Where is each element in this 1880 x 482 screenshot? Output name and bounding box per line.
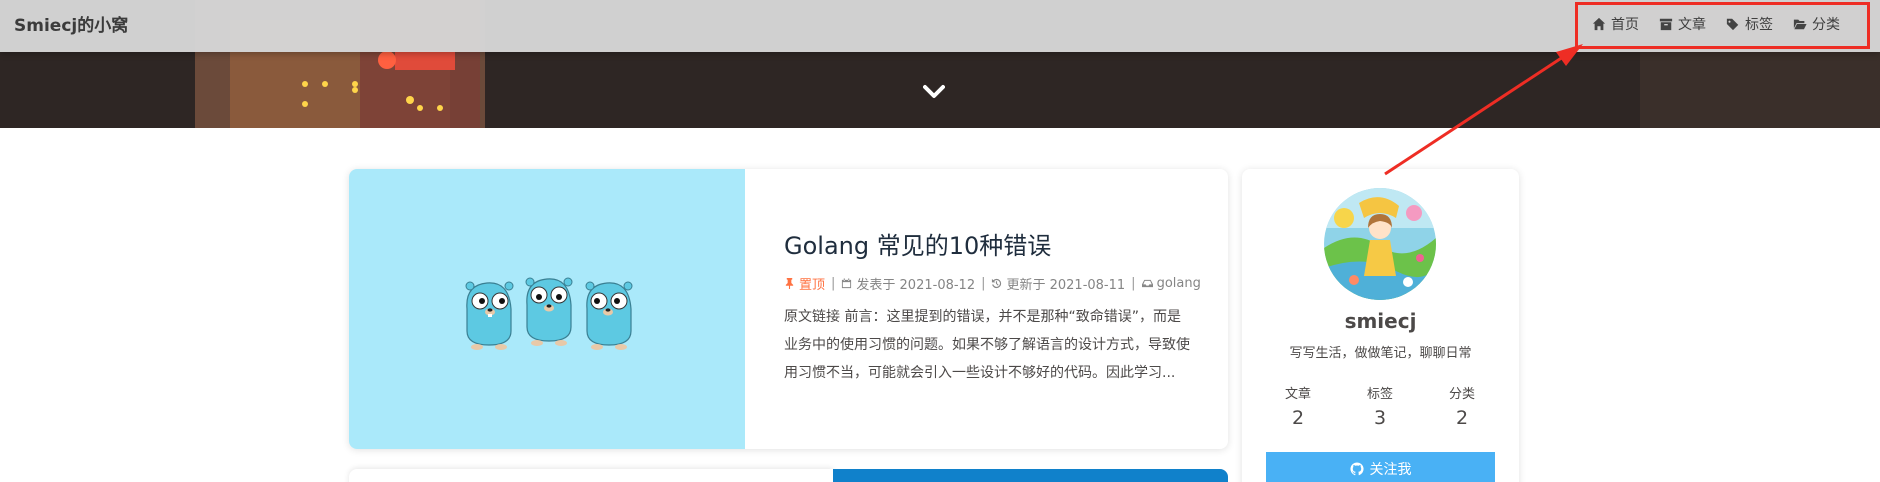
stat-value: 2 bbox=[1291, 407, 1305, 429]
author-info-card: smiecj 写写生活，做做笔记，聊聊日常 文章 2 标签 3 分类 2 关注我 bbox=[1242, 169, 1519, 482]
gopher-illustration bbox=[465, 277, 633, 350]
follow-me-button[interactable]: 关注我 bbox=[1266, 452, 1495, 482]
author-description: 写写生活，做做笔记，聊聊日常 bbox=[1289, 346, 1472, 361]
gopher-3 bbox=[585, 281, 633, 350]
next-post-card[interactable] bbox=[349, 469, 833, 482]
post-info: Golang 常见的10种错误 置顶 | 发表于 2021-08-12 | 更新… bbox=[784, 231, 1201, 387]
github-icon bbox=[1349, 462, 1364, 476]
meta-separator: | bbox=[831, 276, 836, 292]
stat-value: 2 bbox=[1455, 407, 1469, 429]
stat-articles[interactable]: 文章 2 bbox=[1260, 383, 1336, 429]
follow-label: 关注我 bbox=[1369, 462, 1412, 478]
meta-separator: | bbox=[981, 276, 986, 292]
site-title[interactable]: Smiecj的小窝 bbox=[14, 11, 128, 36]
gopher-1 bbox=[465, 281, 514, 350]
sticky-label: 置顶 bbox=[799, 278, 826, 294]
category-link[interactable]: golang bbox=[1157, 276, 1201, 291]
stat-tags[interactable]: 标签 3 bbox=[1342, 383, 1418, 429]
next-post-cover[interactable] bbox=[833, 469, 1228, 482]
history-icon bbox=[992, 279, 1002, 289]
author-name: smiecj bbox=[1344, 309, 1417, 333]
annotation-highlight-box bbox=[1575, 2, 1870, 49]
post-meta: 置顶 | 发表于 2021-08-12 | 更新于 2021-08-11 | g… bbox=[784, 274, 1201, 293]
post-card[interactable]: Golang 常见的10种错误 置顶 | 发表于 2021-08-12 | 更新… bbox=[349, 169, 1228, 449]
thumbtack-icon bbox=[785, 278, 794, 290]
inbox-icon bbox=[1141, 280, 1153, 288]
post-title-link[interactable]: Golang 常见的10种错误 bbox=[784, 231, 1194, 262]
avatar[interactable] bbox=[1324, 188, 1436, 300]
post-cover-image[interactable] bbox=[349, 169, 745, 449]
gopher-2 bbox=[525, 277, 573, 346]
stat-label: 文章 bbox=[1284, 387, 1311, 402]
stat-label: 标签 bbox=[1366, 387, 1393, 402]
author-stats: 文章 2 标签 3 分类 2 bbox=[1260, 383, 1500, 429]
post-category[interactable]: golang bbox=[1141, 276, 1201, 291]
avatar-image bbox=[1324, 188, 1436, 300]
updated-date-text: 更新于 2021-08-11 bbox=[1006, 278, 1126, 294]
calendar-icon bbox=[842, 278, 852, 289]
stat-value: 3 bbox=[1373, 407, 1387, 429]
chevron-down-icon[interactable] bbox=[923, 84, 945, 100]
post-date-updated: 更新于 2021-08-11 bbox=[991, 274, 1125, 293]
meta-separator: | bbox=[1131, 276, 1136, 292]
sticky-badge: 置顶 bbox=[784, 274, 825, 293]
stat-categories[interactable]: 分类 2 bbox=[1424, 383, 1500, 429]
stat-label: 分类 bbox=[1448, 387, 1475, 402]
published-date-text: 发表于 2021-08-12 bbox=[856, 278, 976, 294]
post-excerpt: 原文链接 前言：这里提到的错误，并不是那种“致命错误”，而是业务中的使用习惯的问… bbox=[784, 309, 1190, 382]
post-date-published: 发表于 2021-08-12 bbox=[841, 274, 975, 293]
